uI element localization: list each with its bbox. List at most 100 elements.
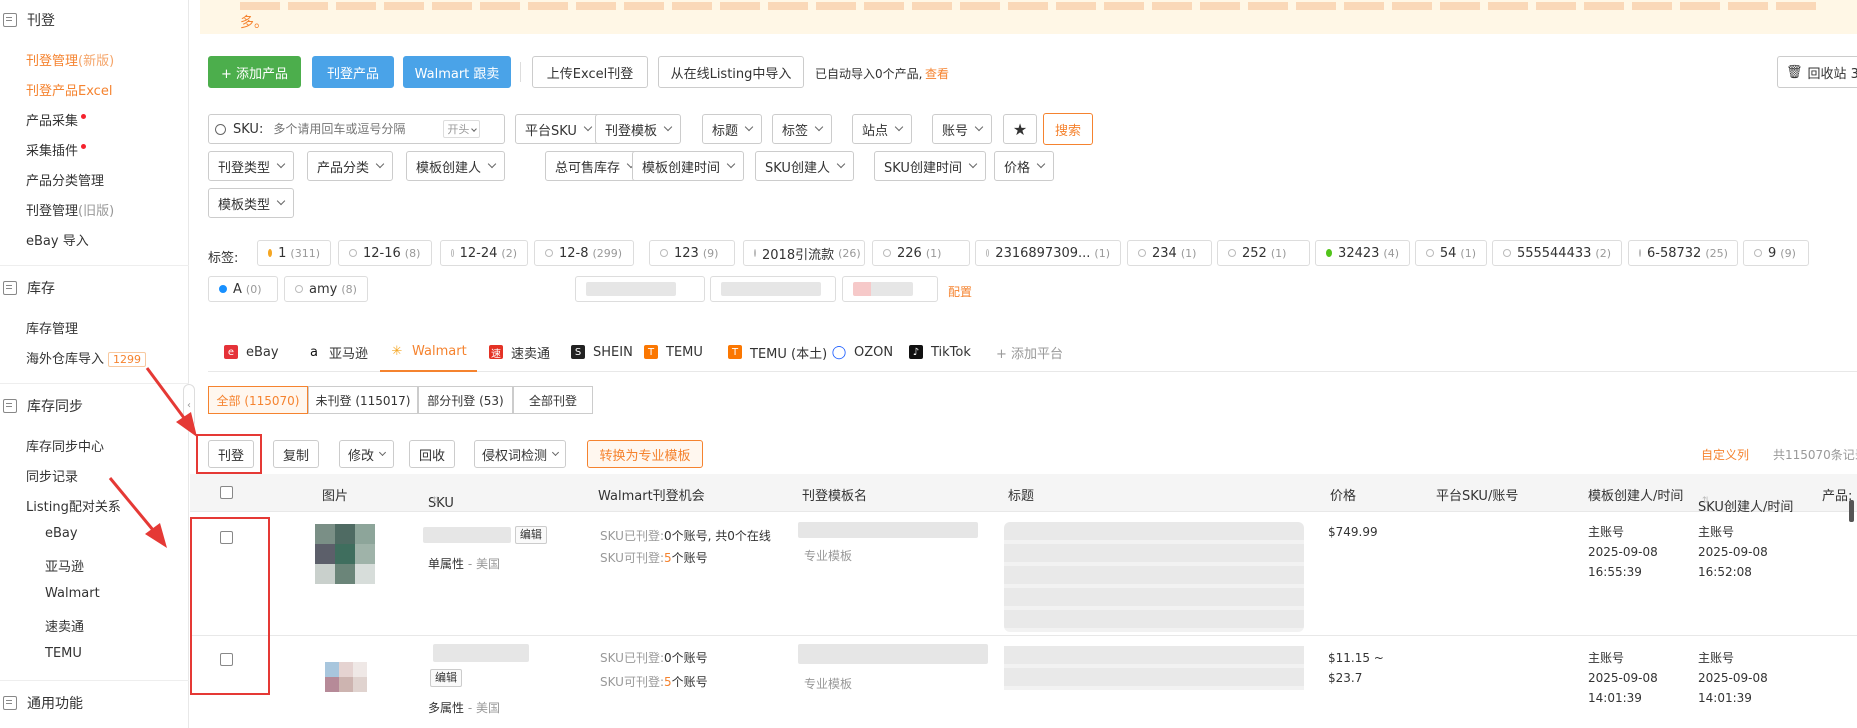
sidebar-subitem-aliexpress[interactable]: 速卖通 bbox=[45, 616, 84, 635]
tag-chip[interactable]: 234 (1) bbox=[1127, 240, 1212, 266]
template-name-redacted[interactable] bbox=[798, 644, 988, 670]
batch-copy-button[interactable]: 复制 bbox=[273, 440, 319, 468]
sidebar-item-kucun-manage[interactable]: 库存管理 bbox=[26, 318, 78, 337]
walmart-follow-button[interactable]: Walmart 跟卖 bbox=[403, 56, 511, 88]
filter-r2-1[interactable]: 产品分类 bbox=[307, 151, 394, 181]
filter-r2-4[interactable]: 模板创建时间 bbox=[632, 151, 745, 181]
select-all-checkbox[interactable] bbox=[220, 486, 233, 499]
sidebar-item-sync-log[interactable]: 同步记录 bbox=[26, 466, 78, 485]
sidebar-item-plugin[interactable]: 采集插件 bbox=[26, 140, 87, 159]
recycle-bin-button[interactable]: 🗑回收站 389 bbox=[1777, 56, 1857, 88]
edit-sku-button[interactable]: 编辑 bbox=[514, 526, 547, 544]
batch-modify-dropdown[interactable]: 修改 bbox=[339, 440, 394, 468]
search-button[interactable]: 搜索 bbox=[1043, 113, 1093, 145]
sidebar-subitem-walmart[interactable]: Walmart bbox=[45, 586, 100, 601]
red-dot-icon bbox=[81, 114, 87, 119]
convert-pro-template-button[interactable]: 转换为专业模板 bbox=[587, 440, 703, 468]
platform-tab[interactable]: 速速卖通 bbox=[489, 332, 550, 372]
platform-tab[interactable]: a 亚马逊 bbox=[307, 332, 368, 372]
section-kandeng[interactable]: 刊登 bbox=[0, 10, 55, 30]
upload-excel-button[interactable]: 上传Excel刊登 bbox=[532, 56, 648, 88]
section-kucun[interactable]: 库存 bbox=[0, 278, 55, 298]
edit-sku-button[interactable]: 编辑 bbox=[430, 669, 462, 687]
platform-tab[interactable]: ♪ TikTok bbox=[909, 332, 971, 372]
tag-chip[interactable]: 12-24 (2) bbox=[440, 240, 528, 266]
tag-chip[interactable]: amy (8) bbox=[284, 276, 368, 302]
sidebar-item-category[interactable]: 产品分类管理 bbox=[26, 170, 104, 189]
platform-tab[interactable]: + 添加平台 bbox=[996, 332, 1063, 372]
tag-chip[interactable]: 252 (1) bbox=[1217, 240, 1310, 266]
tag-chip[interactable]: 54 (1) bbox=[1415, 240, 1487, 266]
tag-redacted[interactable] bbox=[710, 276, 836, 302]
tag-chip[interactable]: 12-8 (299) bbox=[534, 240, 634, 266]
status-tab[interactable]: 部分刊登 (53) bbox=[418, 386, 513, 414]
filter-r2-2[interactable]: 模板创建人 bbox=[406, 151, 506, 181]
title-redacted[interactable] bbox=[1004, 522, 1304, 632]
title-redacted[interactable] bbox=[1004, 646, 1304, 690]
sidebar-item-kandeng-excel[interactable]: 刊登产品Excel bbox=[26, 80, 112, 99]
tag-chip[interactable]: 32423 (4) bbox=[1315, 240, 1410, 266]
section-tongyong[interactable]: 通用功能 bbox=[0, 693, 83, 713]
filter-r1-5[interactable]: 账号 bbox=[932, 114, 993, 144]
tag-chip[interactable]: A (0) bbox=[208, 276, 278, 302]
favorite-star-button[interactable]: ★ bbox=[1003, 114, 1037, 144]
template-create-date: 2025-09-08 bbox=[1588, 671, 1658, 685]
match-mode-select[interactable]: 开头 bbox=[443, 120, 481, 138]
custom-columns-link[interactable]: 自定义列 bbox=[1701, 446, 1749, 463]
filter-r2-0[interactable]: 刊登类型 bbox=[208, 151, 295, 181]
filter-r1-4[interactable]: 站点 bbox=[852, 114, 913, 144]
sidebar-item-kandeng-new[interactable]: 刊登管理(新版) bbox=[26, 50, 114, 69]
sidebar-item-kandeng-old[interactable]: 刊登管理(旧版) bbox=[26, 200, 114, 219]
status-tab[interactable]: 全部刊登 bbox=[513, 386, 593, 414]
add-product-button[interactable]: + 添加产品 bbox=[208, 56, 301, 88]
sidebar-item-overseas[interactable]: 海外仓库导入 1299 bbox=[26, 348, 147, 367]
sidebar-subitem-amazon[interactable]: 亚马逊 bbox=[45, 556, 84, 575]
tag-chip[interactable]: 2018引流款 (26) bbox=[743, 240, 865, 266]
filter-r2-6[interactable]: SKU创建时间 bbox=[874, 151, 986, 181]
section-kucun-sync[interactable]: 库存同步 bbox=[0, 396, 83, 416]
tag-chip[interactable]: 6-58732 (25) bbox=[1628, 240, 1738, 266]
product-thumbnail[interactable] bbox=[315, 524, 375, 584]
sidebar-subitem-ebay[interactable]: eBay bbox=[45, 526, 78, 541]
template-name-redacted[interactable] bbox=[798, 522, 978, 544]
tags-config-link[interactable]: 配置 bbox=[948, 283, 972, 300]
tag-chip[interactable]: 123 (9) bbox=[649, 240, 735, 266]
tag-chip[interactable]: 12-16 (8) bbox=[338, 240, 432, 266]
filter-r2-7[interactable]: 价格 bbox=[994, 151, 1055, 181]
status-tab[interactable]: 全部 (115070) bbox=[208, 386, 308, 414]
sku-search-input[interactable] bbox=[273, 122, 444, 136]
status-tab[interactable]: 未刊登 (115017) bbox=[308, 386, 418, 414]
platform-tab[interactable]: S SHEIN bbox=[571, 332, 633, 372]
sidebar-item-ebay-import[interactable]: eBay 导入 bbox=[26, 230, 89, 249]
platform-tab[interactable]: e eBay bbox=[224, 332, 279, 372]
product-thumbnail[interactable] bbox=[325, 662, 367, 692]
filter-r1-0[interactable]: 平台SKU bbox=[515, 114, 601, 144]
filter-r1-2[interactable]: 标题 bbox=[702, 114, 763, 144]
scrollbar-thumb[interactable] bbox=[1849, 500, 1854, 522]
tag-redacted[interactable] bbox=[575, 276, 705, 302]
platform-tab[interactable]: T TEMU (本土) bbox=[728, 332, 827, 372]
batch-recycle-button[interactable]: 回收 bbox=[409, 440, 455, 468]
platform-tab[interactable]: ◯ OZON bbox=[832, 332, 893, 372]
tag-chip[interactable]: 9 (9) bbox=[1743, 240, 1809, 266]
tag-chip[interactable]: 226 (1) bbox=[872, 240, 970, 266]
filter-r1-1[interactable]: 刊登模板 bbox=[595, 114, 682, 144]
sidebar-item-listing-map[interactable]: Listing配对关系 bbox=[26, 496, 121, 515]
tag-chip[interactable]: 1 (311) bbox=[257, 240, 331, 266]
tag-redacted[interactable] bbox=[842, 276, 938, 302]
filter-r2-5[interactable]: SKU创建人 bbox=[755, 151, 854, 181]
view-link[interactable]: 查看 bbox=[925, 65, 949, 82]
platform-tab[interactable]: T TEMU bbox=[644, 332, 703, 372]
tag-chip[interactable]: 555544433 (2) bbox=[1492, 240, 1622, 266]
filter-r2-3[interactable]: 总可售库存 bbox=[545, 151, 645, 181]
filter-r3-0[interactable]: 模板类型 bbox=[208, 188, 295, 218]
filter-r1-3[interactable]: 标签 bbox=[772, 114, 833, 144]
import-online-listing-button[interactable]: 从在线Listing中导入 bbox=[658, 56, 804, 88]
infringement-check-dropdown[interactable]: 侵权词检测 bbox=[474, 440, 566, 468]
platform-tab[interactable]: ✳ Walmart bbox=[380, 332, 477, 372]
sidebar-item-collect[interactable]: 产品采集 bbox=[26, 110, 87, 129]
publish-product-button[interactable]: 刊登产品 bbox=[312, 56, 394, 88]
tag-chip[interactable]: 2316897309... (1) bbox=[975, 240, 1121, 266]
sidebar-item-sync-center[interactable]: 库存同步中心 bbox=[26, 436, 104, 455]
sidebar-subitem-temu[interactable]: TEMU bbox=[45, 646, 82, 661]
